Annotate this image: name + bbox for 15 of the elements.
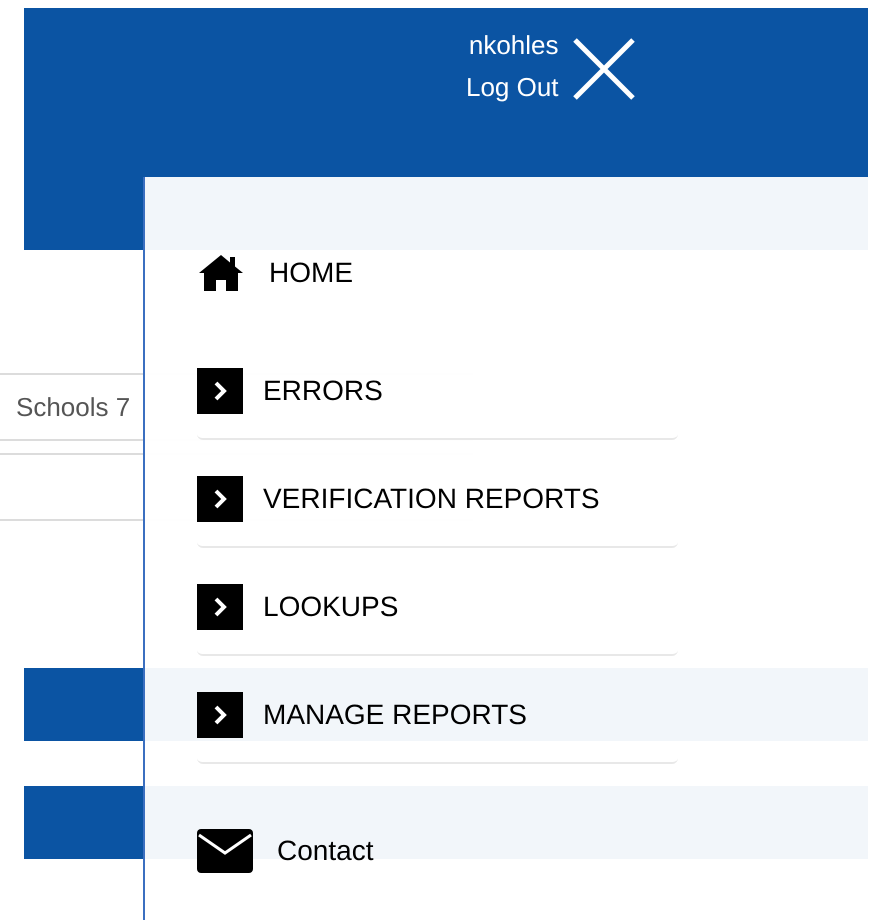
chevron-icon bbox=[197, 368, 243, 414]
menu-item[interactable]: Contact bbox=[197, 824, 374, 878]
home-icon bbox=[197, 253, 245, 293]
username: nkohles bbox=[468, 29, 559, 62]
chevron-icon bbox=[197, 584, 243, 630]
envelope-icon bbox=[197, 829, 253, 873]
close-icon[interactable] bbox=[570, 36, 637, 102]
menu-item[interactable]: VERIFICATION REPORTS bbox=[197, 452, 678, 548]
chevron-icon bbox=[197, 692, 243, 738]
logout-link[interactable]: Log Out bbox=[466, 66, 559, 108]
menu-item[interactable]: MANAGE REPORTS bbox=[197, 668, 678, 764]
menu-item[interactable]: LOOKUPS bbox=[197, 560, 678, 656]
menu-item[interactable]: ERRORS bbox=[197, 344, 678, 440]
menu-item[interactable]: HOME bbox=[197, 250, 353, 296]
chevron-icon bbox=[197, 476, 243, 522]
